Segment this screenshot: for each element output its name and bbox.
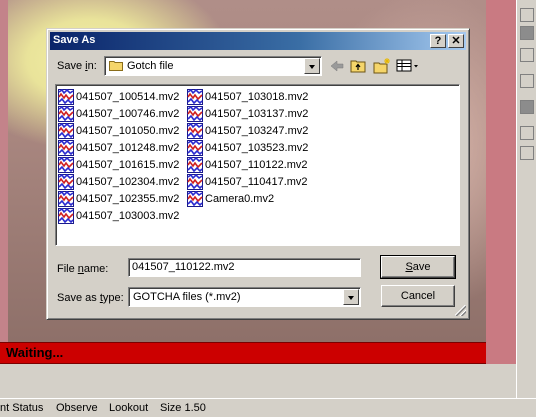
file-name-label: File name: (57, 263, 109, 275)
status-bar: nt Status Observe Lookout Size 1.50 (0, 398, 536, 417)
mv2-file-icon (58, 105, 74, 122)
toolbar-button-1[interactable] (520, 8, 534, 22)
file-list[interactable]: 041507_100514.mv2 041507_100746.mv2 041507… (55, 84, 460, 246)
toolbar-button-5[interactable] (520, 100, 534, 114)
file-name-text: 041507_103137.mv2 (205, 108, 309, 120)
left-border-strip (0, 0, 8, 342)
save-as-type-label: Save as type: (57, 292, 124, 304)
save-as-type-combobox[interactable]: GOTCHA files (*.mv2) (128, 287, 361, 307)
resize-grip-icon[interactable] (455, 305, 466, 316)
back-icon[interactable] (327, 57, 347, 75)
toolbar-button-2[interactable] (520, 26, 534, 40)
status-item-observe: Observe (56, 402, 98, 414)
lower-panel (0, 364, 516, 398)
mv2-file-icon (58, 122, 74, 139)
right-toolbar (516, 0, 536, 398)
status-waiting-bar: Waiting... (0, 342, 486, 364)
chevron-down-icon[interactable] (304, 58, 320, 74)
mv2-file-icon (187, 139, 203, 156)
up-folder-icon[interactable] (349, 57, 369, 75)
mv2-file-icon (58, 207, 74, 224)
file-name-text: 041507_100746.mv2 (76, 108, 180, 120)
file-name-text: 041507_110417.mv2 (205, 176, 308, 188)
save-in-combobox[interactable]: Gotch file (104, 56, 322, 76)
file-name-text: 041507_103247.mv2 (205, 125, 309, 137)
chevron-down-icon[interactable] (343, 289, 359, 305)
dialog-title: Save As (53, 34, 96, 46)
mv2-file-icon (187, 190, 203, 207)
dialog-titlebar[interactable]: Save As ? ✕ (50, 32, 466, 50)
file-name-text: 041507_102355.mv2 (76, 193, 180, 205)
status-item-size: Size 1.50 (160, 402, 206, 414)
mv2-file-icon (187, 105, 203, 122)
file-name-field[interactable] (128, 258, 361, 277)
mv2-file-icon (58, 156, 74, 173)
file-name-text: 041507_102304.mv2 (76, 176, 180, 188)
save-as-type-value: GOTCHA files (*.mv2) (133, 291, 241, 303)
file-name-input[interactable] (132, 261, 352, 273)
save-in-label: Save in: (57, 60, 97, 72)
help-button[interactable]: ? (430, 34, 446, 48)
save-as-dialog: Save As ? ✕ Save in: Gotch file 041507_1… (46, 28, 470, 320)
grid-icon[interactable] (520, 146, 534, 160)
file-name-text: 041507_103018.mv2 (205, 91, 309, 103)
status-waiting-text: Waiting... (6, 345, 64, 360)
file-name-text: 041507_101050.mv2 (76, 125, 180, 137)
toolbar-button-6[interactable] (520, 126, 534, 140)
view-menu-icon[interactable] (395, 57, 421, 75)
toolbar-button-4[interactable] (520, 74, 534, 88)
toolbar-button-3[interactable] (520, 48, 534, 62)
mv2-file-icon (58, 88, 74, 105)
file-name-text: 041507_101248.mv2 (76, 142, 180, 154)
save-in-value: Gotch file (127, 60, 174, 72)
mv2-file-icon (187, 156, 203, 173)
mv2-file-icon (187, 122, 203, 139)
file-name-text: Camera0.mv2 (205, 193, 275, 205)
mv2-file-icon (58, 173, 74, 190)
mv2-file-icon (187, 88, 203, 105)
file-name-text: 041507_110122.mv2 (205, 159, 308, 171)
mv2-file-icon (58, 190, 74, 207)
file-name-text: 041507_100514.mv2 (76, 91, 180, 103)
mv2-file-icon (58, 139, 74, 156)
file-name-text: 041507_103523.mv2 (205, 142, 309, 154)
file-name-text: 041507_101615.mv2 (76, 159, 180, 171)
status-item-lookout: Lookout (109, 402, 149, 414)
new-folder-icon[interactable] (372, 57, 392, 75)
close-button[interactable]: ✕ (448, 34, 464, 48)
file-name-text: 041507_103003.mv2 (76, 210, 180, 222)
cancel-button[interactable]: Cancel (381, 285, 455, 307)
status-item-status: nt Status (0, 402, 44, 414)
right-pink-panel (486, 0, 516, 398)
save-button[interactable]: Save (380, 255, 456, 279)
folder-icon (109, 61, 123, 71)
mv2-file-icon (187, 173, 203, 190)
